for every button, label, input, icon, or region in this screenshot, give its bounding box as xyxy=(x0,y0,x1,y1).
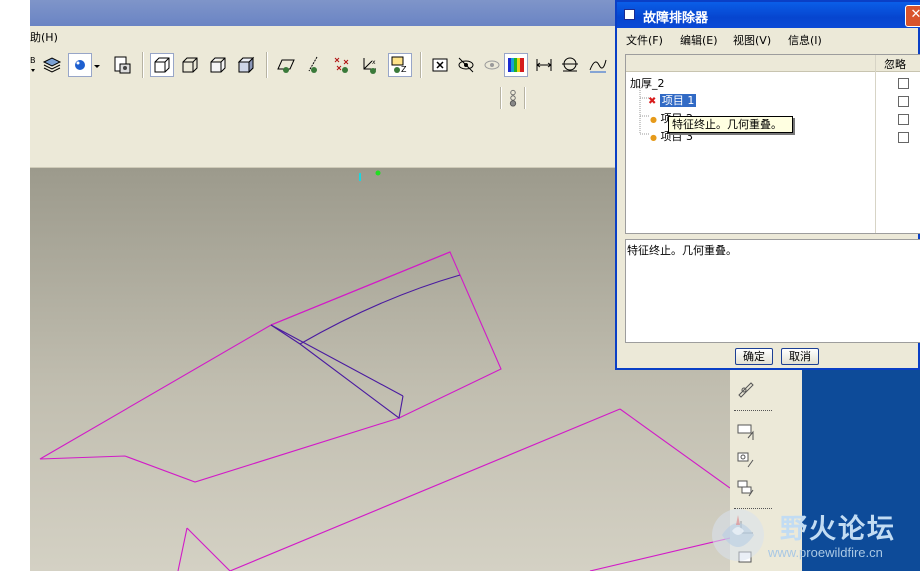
ignore-checkbox-root[interactable] xyxy=(898,78,909,89)
toolbar-overflow-icon[interactable]: B xyxy=(30,53,38,77)
main-toolbar: B x Z xyxy=(30,47,620,87)
secondary-toolbar-area xyxy=(30,87,620,168)
datum-plane-tool-icon[interactable] xyxy=(734,420,758,444)
watermark-title: 野火论坛 xyxy=(780,514,896,545)
datum-point-display-icon[interactable] xyxy=(330,53,354,77)
menu-file[interactable]: 文件(F) xyxy=(626,32,663,48)
ignore-checkbox-item-3[interactable] xyxy=(898,132,909,143)
watermark-logo: 野火论坛 www.proewildfire.cn xyxy=(708,505,920,571)
feature-tree-panel: 忽略 加厚_2 ✖ 项目 1 ● 项目 2 ● 项目 3 xyxy=(625,54,920,234)
svg-text:Z: Z xyxy=(401,65,407,74)
appearance-gallery-icon[interactable] xyxy=(68,53,92,77)
toolbar-separator xyxy=(420,52,422,78)
datum-point-tool-icon[interactable] xyxy=(734,476,758,500)
hide-icon[interactable] xyxy=(454,53,478,77)
datum-tool-icon[interactable] xyxy=(504,87,522,109)
no-hidden-icon[interactable] xyxy=(206,53,230,77)
sketch-tool-icon[interactable] xyxy=(734,376,758,400)
toolbar-separator xyxy=(734,410,772,411)
curve-analysis-icon[interactable] xyxy=(586,53,610,77)
svg-text:B: B xyxy=(30,56,36,65)
menu-info[interactable]: 信息(I) xyxy=(788,32,822,48)
menu-edit[interactable]: 编辑(E) xyxy=(680,32,718,48)
model-display-icon[interactable] xyxy=(110,53,134,77)
column-divider xyxy=(875,55,876,233)
toolbar-separator xyxy=(142,52,144,78)
section-analysis-icon[interactable] xyxy=(558,53,582,77)
ignore-column-header: 忽略 xyxy=(884,58,906,71)
appearance-dropdown-icon[interactable] xyxy=(92,53,102,77)
watermark-url: www.proewildfire.cn xyxy=(768,545,883,560)
tree-item-label: 项目 1 xyxy=(659,94,697,107)
troubleshooter-dialog: 故障排除器 ✕ 文件(F) 编辑(E) 视图(V) 信息(I) 忽略 加厚_2 … xyxy=(615,0,920,370)
error-icon: ✖ xyxy=(648,96,657,107)
close-window-icon[interactable] xyxy=(428,53,452,77)
wireframe-icon[interactable] xyxy=(150,53,174,77)
measure-distance-icon[interactable] xyxy=(532,53,556,77)
datum-plane-display-icon[interactable] xyxy=(274,53,298,77)
shading-icon[interactable] xyxy=(234,53,258,77)
coordinate-system-display-icon[interactable]: x xyxy=(358,53,382,77)
show-icon[interactable] xyxy=(480,53,504,77)
app-menubar: 助(H) xyxy=(30,26,620,47)
datum-axis-display-icon[interactable] xyxy=(302,53,326,77)
dialog-titlebar: 故障排除器 ✕ xyxy=(617,2,920,28)
dialog-window-icon xyxy=(624,9,635,20)
svg-text:x: x xyxy=(372,59,376,66)
app-titlebar xyxy=(30,0,620,26)
ok-button[interactable]: 确定 xyxy=(735,348,773,365)
warning-dot-icon: ● xyxy=(650,115,657,124)
toolbar-separator xyxy=(524,87,526,109)
close-icon[interactable]: ✕ xyxy=(905,5,920,27)
toolbar-separator xyxy=(500,87,502,109)
left-margin xyxy=(0,0,30,571)
layers-icon[interactable] xyxy=(40,53,64,77)
menu-help[interactable]: 助(H) xyxy=(30,29,58,45)
ignore-checkbox-item-2[interactable] xyxy=(898,114,909,125)
warning-dot-icon: ● xyxy=(650,133,657,142)
datum-axis-tool-icon[interactable] xyxy=(734,448,758,472)
cancel-button[interactable]: 取消 xyxy=(781,348,819,365)
toolbar-separator xyxy=(266,52,268,78)
message-panel: 特征终止。几何重叠。 xyxy=(625,239,920,343)
tree-item-1[interactable]: ✖ 项目 1 xyxy=(648,92,697,108)
menu-view[interactable]: 视图(V) xyxy=(733,32,771,48)
message-text: 特征终止。几何重叠。 xyxy=(627,244,737,257)
annotation-display-icon[interactable]: Z xyxy=(388,53,412,77)
ignore-checkbox-item-1[interactable] xyxy=(898,96,909,107)
tooltip: 特征终止。几何重叠。 xyxy=(668,116,793,133)
color-spectrum-icon[interactable] xyxy=(504,53,528,77)
dialog-title: 故障排除器 xyxy=(643,11,709,26)
hidden-line-icon[interactable] xyxy=(178,53,202,77)
